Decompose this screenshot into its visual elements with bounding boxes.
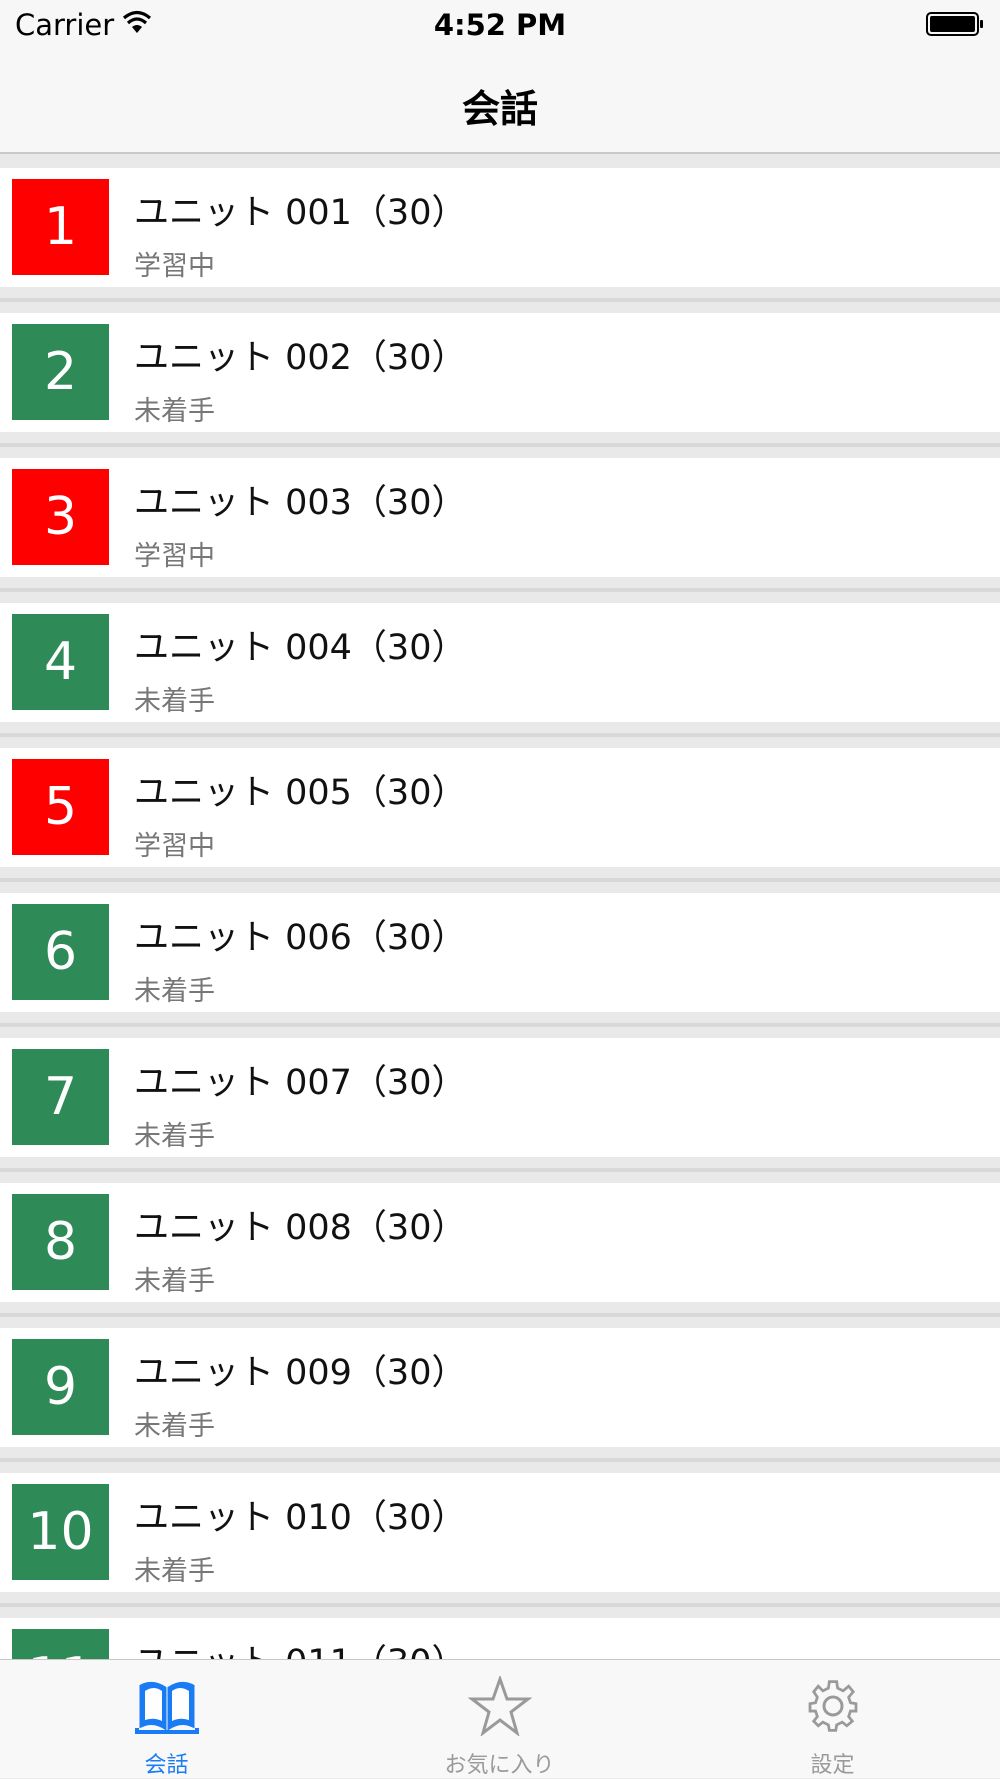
unit-title: ユニット 011（30） [134,1634,466,1659]
unit-row[interactable]: 1 ユニット 001（30） 学習中 [0,168,1000,287]
unit-status: 未着手 [134,1266,215,1297]
row-divider [0,1458,1000,1462]
unit-row[interactable]: 4 ユニット 004（30） 未着手 [0,603,1000,722]
unit-number-badge: 10 [12,1484,109,1580]
unit-row[interactable]: 10 ユニット 010（30） 未着手 [0,1473,1000,1592]
unit-title: ユニット 007（30） [134,1063,467,1103]
unit-list[interactable]: 1 ユニット 001（30） 学習中 2 ユニット 002（30） 未着手 3 ユニット 00… [0,154,1000,1659]
tab-label-settings: 設定 [810,1753,855,1778]
unit-number-badge: 1 [12,179,109,275]
unit-status: 学習中 [134,541,215,572]
unit-number-badge: 5 [12,759,109,855]
row-divider [0,1168,1000,1172]
status-bar: Carrier 4:52 PM [0,0,1000,50]
unit-title: ユニット 001（30） [134,193,467,233]
book-icon [134,1681,199,1734]
unit-title: ユニット 004（30） [134,628,467,668]
unit-row[interactable]: 11 ユニット 011（30） [0,1618,1000,1659]
unit-number-badge: 4 [12,614,109,710]
unit-row[interactable]: 8 ユニット 008（30） 未着手 [0,1183,1000,1302]
unit-row[interactable]: 6 ユニット 006（30） 未着手 [0,893,1000,1012]
unit-number-badge: 6 [12,904,109,1000]
tab-label-conversation: 会話 [144,1753,189,1778]
row-divider [0,588,1000,592]
unit-number-badge: 8 [12,1194,109,1290]
unit-status: 未着手 [134,1411,215,1442]
unit-row[interactable]: 5 ユニット 005（30） 学習中 [0,748,1000,867]
unit-row[interactable]: 3 ユニット 003（30） 学習中 [0,458,1000,577]
unit-status: 未着手 [134,1556,215,1587]
row-divider [0,733,1000,737]
unit-number-badge: 11 [12,1629,109,1659]
row-divider [0,878,1000,882]
navigation-bar: 会話 [0,50,1000,154]
gear-icon [808,1680,857,1732]
tab-label-favorites: お気に入り [444,1753,555,1778]
unit-title: ユニット 008（30） [134,1208,467,1248]
row-divider [0,1023,1000,1027]
unit-title: ユニット 005（30） [134,773,467,813]
tab-favorites[interactable]: お気に入り [333,1660,666,1779]
tab-conversation[interactable]: 会話 [0,1660,333,1779]
clock: 4:52 PM [433,8,567,42]
unit-status: 未着手 [134,686,215,717]
unit-title: ユニット 003（30） [134,483,467,523]
unit-status: 未着手 [134,396,215,427]
unit-number-badge: 9 [12,1339,109,1435]
unit-title: ユニット 002（30） [134,338,467,378]
unit-status: 未着手 [134,1121,215,1152]
unit-title: ユニット 010（30） [134,1498,467,1538]
row-divider [0,298,1000,302]
unit-row[interactable]: 7 ユニット 007（30） 未着手 [0,1038,1000,1157]
unit-status: 学習中 [134,831,215,862]
unit-number-badge: 3 [12,469,109,565]
unit-status: 学習中 [134,251,215,282]
row-divider [0,1603,1000,1607]
tab-settings[interactable]: 設定 [666,1660,999,1779]
page-title: 会話 [461,87,538,131]
row-divider [0,1313,1000,1317]
unit-number-badge: 7 [12,1049,109,1145]
row-divider [0,443,1000,447]
unit-row[interactable]: 2 ユニット 002（30） 未着手 [0,313,1000,432]
unit-title: ユニット 009（30） [134,1353,467,1393]
battery-icon [926,12,983,36]
unit-number-badge: 2 [12,324,109,420]
tab-bar: 会話 お気に入り 設定 [0,1659,1000,1778]
unit-status: 未着手 [134,976,215,1007]
unit-title: ユニット 006（30） [134,918,467,958]
unit-row[interactable]: 9 ユニット 009（30） 未着手 [0,1328,1000,1447]
star-icon [467,1676,532,1736]
